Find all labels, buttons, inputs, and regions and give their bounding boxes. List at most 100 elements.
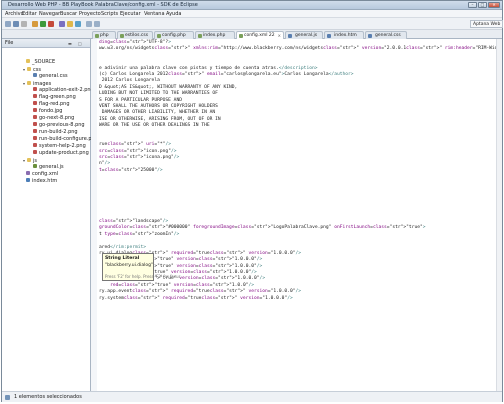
minimize-button[interactable]: – <box>468 2 477 8</box>
search-icon[interactable] <box>75 21 81 27</box>
tree-item[interactable]: general.css <box>33 73 68 80</box>
tree-item[interactable]: _SOURCE <box>26 59 55 66</box>
close-button[interactable]: ✕ <box>488 2 500 8</box>
tree-item[interactable]: go-next-8.png <box>33 115 74 122</box>
menu-ventana[interactable]: Ventana <box>144 11 165 17</box>
tree-item[interactable]: ▾ css <box>23 66 41 73</box>
tab-label: general.css <box>375 33 401 38</box>
menu-scripts[interactable]: Scripts <box>101 11 118 17</box>
tab-estilos-css[interactable]: estilos.css <box>117 31 153 39</box>
collapse-arrow-icon[interactable]: ▾ <box>23 66 26 73</box>
tab-general-js[interactable]: general.js <box>285 31 323 39</box>
external-tools-icon[interactable] <box>59 21 65 27</box>
menu-ayuda[interactable]: Ayuda <box>166 11 181 17</box>
image-file-icon <box>33 108 37 112</box>
maximize-button[interactable]: □ <box>478 2 487 8</box>
tab-index-htm[interactable]: index.htm <box>324 31 364 39</box>
css-file-icon <box>33 73 37 77</box>
tree-item[interactable]: index.htm <box>26 178 57 185</box>
php-file-icon <box>95 34 99 38</box>
minimize-view-icon[interactable]: ▬ <box>68 41 72 46</box>
explorer-title: File <box>5 40 14 46</box>
new-file-icon[interactable] <box>5 21 11 27</box>
image-file-icon <box>33 143 37 147</box>
tab-general-css[interactable]: general.css <box>365 31 407 39</box>
tab-php[interactable]: php <box>92 31 116 39</box>
tree-item-label: _SOURCE <box>32 59 56 65</box>
tree-item[interactable]: run-build-2.png <box>33 129 78 136</box>
save-icon[interactable] <box>13 21 19 27</box>
tree-item-label: general.js <box>39 164 64 170</box>
debug-icon[interactable] <box>32 21 38 27</box>
run-icon[interactable] <box>40 21 46 27</box>
menu-ejecutar[interactable]: Ejecutar <box>120 11 141 17</box>
title-bar: Desarrollo Web PHP - BB PlayBook Palabra… <box>2 1 502 10</box>
explorer-header: File ▬ □ <box>2 39 90 48</box>
project-explorer: File ▬ □ _SOURCE ▾ css general.css ▾ image… <box>2 39 98 391</box>
css-file-icon <box>368 34 372 38</box>
editor-gutter <box>91 39 97 391</box>
print-icon[interactable] <box>21 21 27 27</box>
menu-proyecto[interactable]: Proyecto <box>79 11 101 17</box>
tree-item[interactable]: config.xml <box>26 171 58 178</box>
tree-item-label: general.css <box>39 73 68 79</box>
open-folder-icon[interactable] <box>67 21 73 27</box>
tree-item[interactable]: go-previous-8.png <box>33 122 85 129</box>
tree-item[interactable]: flag-green.png <box>33 94 76 101</box>
vertical-scrollbar[interactable] <box>496 39 502 391</box>
status-icon <box>5 395 10 400</box>
ide-window: Desarrollo Web PHP - BB PlayBook Palabra… <box>1 0 504 402</box>
tree-item[interactable]: ▾ images <box>23 80 51 87</box>
collapse-arrow-icon[interactable]: ▾ <box>23 157 26 164</box>
maximize-view-icon[interactable]: □ <box>78 41 82 46</box>
collapse-arrow-icon[interactable]: ▾ <box>23 80 26 87</box>
tree-item[interactable]: update-product.png <box>33 150 89 157</box>
image-file-icon <box>33 87 37 91</box>
tab-label: php <box>100 33 109 38</box>
tree-item[interactable]: system-help-2.png <box>33 143 86 150</box>
html-file-icon <box>327 34 331 38</box>
menu-buscar[interactable]: Buscar <box>60 11 77 17</box>
stop-icon[interactable] <box>48 21 54 27</box>
tree-item-label: go-next-8.png <box>39 115 75 121</box>
tree-item[interactable]: ▾ js <box>23 157 37 164</box>
close-tab-icon[interactable]: × <box>278 32 281 39</box>
tree-item[interactable]: application-exit-2.png <box>33 87 94 94</box>
tab-index-php[interactable]: index.php <box>195 31 235 39</box>
main-toolbar: Aptana Web <box>2 18 504 30</box>
tree-item-label: update-product.png <box>39 150 89 156</box>
image-file-icon <box>33 115 37 119</box>
tooltip-value: "blackberry.ui.dialog" <box>105 263 154 268</box>
tooltip-footer: Press 'F2' for help. Press 'F2' for focu… <box>105 274 181 279</box>
tree-item[interactable]: general.js <box>33 164 64 171</box>
menu-editar[interactable]: Editar <box>22 11 37 17</box>
js-file-icon <box>33 164 37 168</box>
tab-label: index.htm <box>334 33 357 38</box>
tree-item-label: index.htm <box>32 178 58 184</box>
xml-file-icon <box>26 171 30 175</box>
code-line: ry.systemclass="str">" required="truecla… <box>99 295 293 301</box>
tab-config-xml[interactable]: config.xml 22 × <box>236 31 284 39</box>
tree-item[interactable]: fondo.jpg <box>33 108 62 115</box>
code-editor[interactable]: ding=class="str">"UTF-8"?> ww.w3.org/ns/w… <box>91 39 502 391</box>
back-icon[interactable] <box>86 21 92 27</box>
folder-icon <box>26 59 30 63</box>
php-file-icon <box>198 34 202 38</box>
status-bar: 1 elementos seleccionados <box>2 391 502 402</box>
folder-icon <box>27 67 31 71</box>
tree-item[interactable]: flag-red.png <box>33 101 70 108</box>
js-file-icon <box>288 34 292 38</box>
image-file-icon <box>33 122 37 126</box>
tree-item-label: config.xml <box>32 171 59 177</box>
tab-label: estilos.css <box>125 33 149 38</box>
forward-icon[interactable] <box>94 21 100 27</box>
tab-config-php[interactable]: config.php <box>154 31 194 39</box>
image-file-icon <box>33 94 37 98</box>
code-text[interactable]: ding=class="str">"UTF-8"?> ww.w3.org/ns/w… <box>99 40 502 302</box>
menu-navegar[interactable]: Navegar <box>39 11 60 17</box>
perspective-switcher[interactable]: Aptana Web <box>470 20 504 28</box>
tree-item[interactable]: run-build-configure.png <box>33 136 98 143</box>
menu-archivo[interactable]: Archivo <box>5 11 24 17</box>
css-file-icon <box>120 34 124 38</box>
folder-icon <box>27 81 31 85</box>
